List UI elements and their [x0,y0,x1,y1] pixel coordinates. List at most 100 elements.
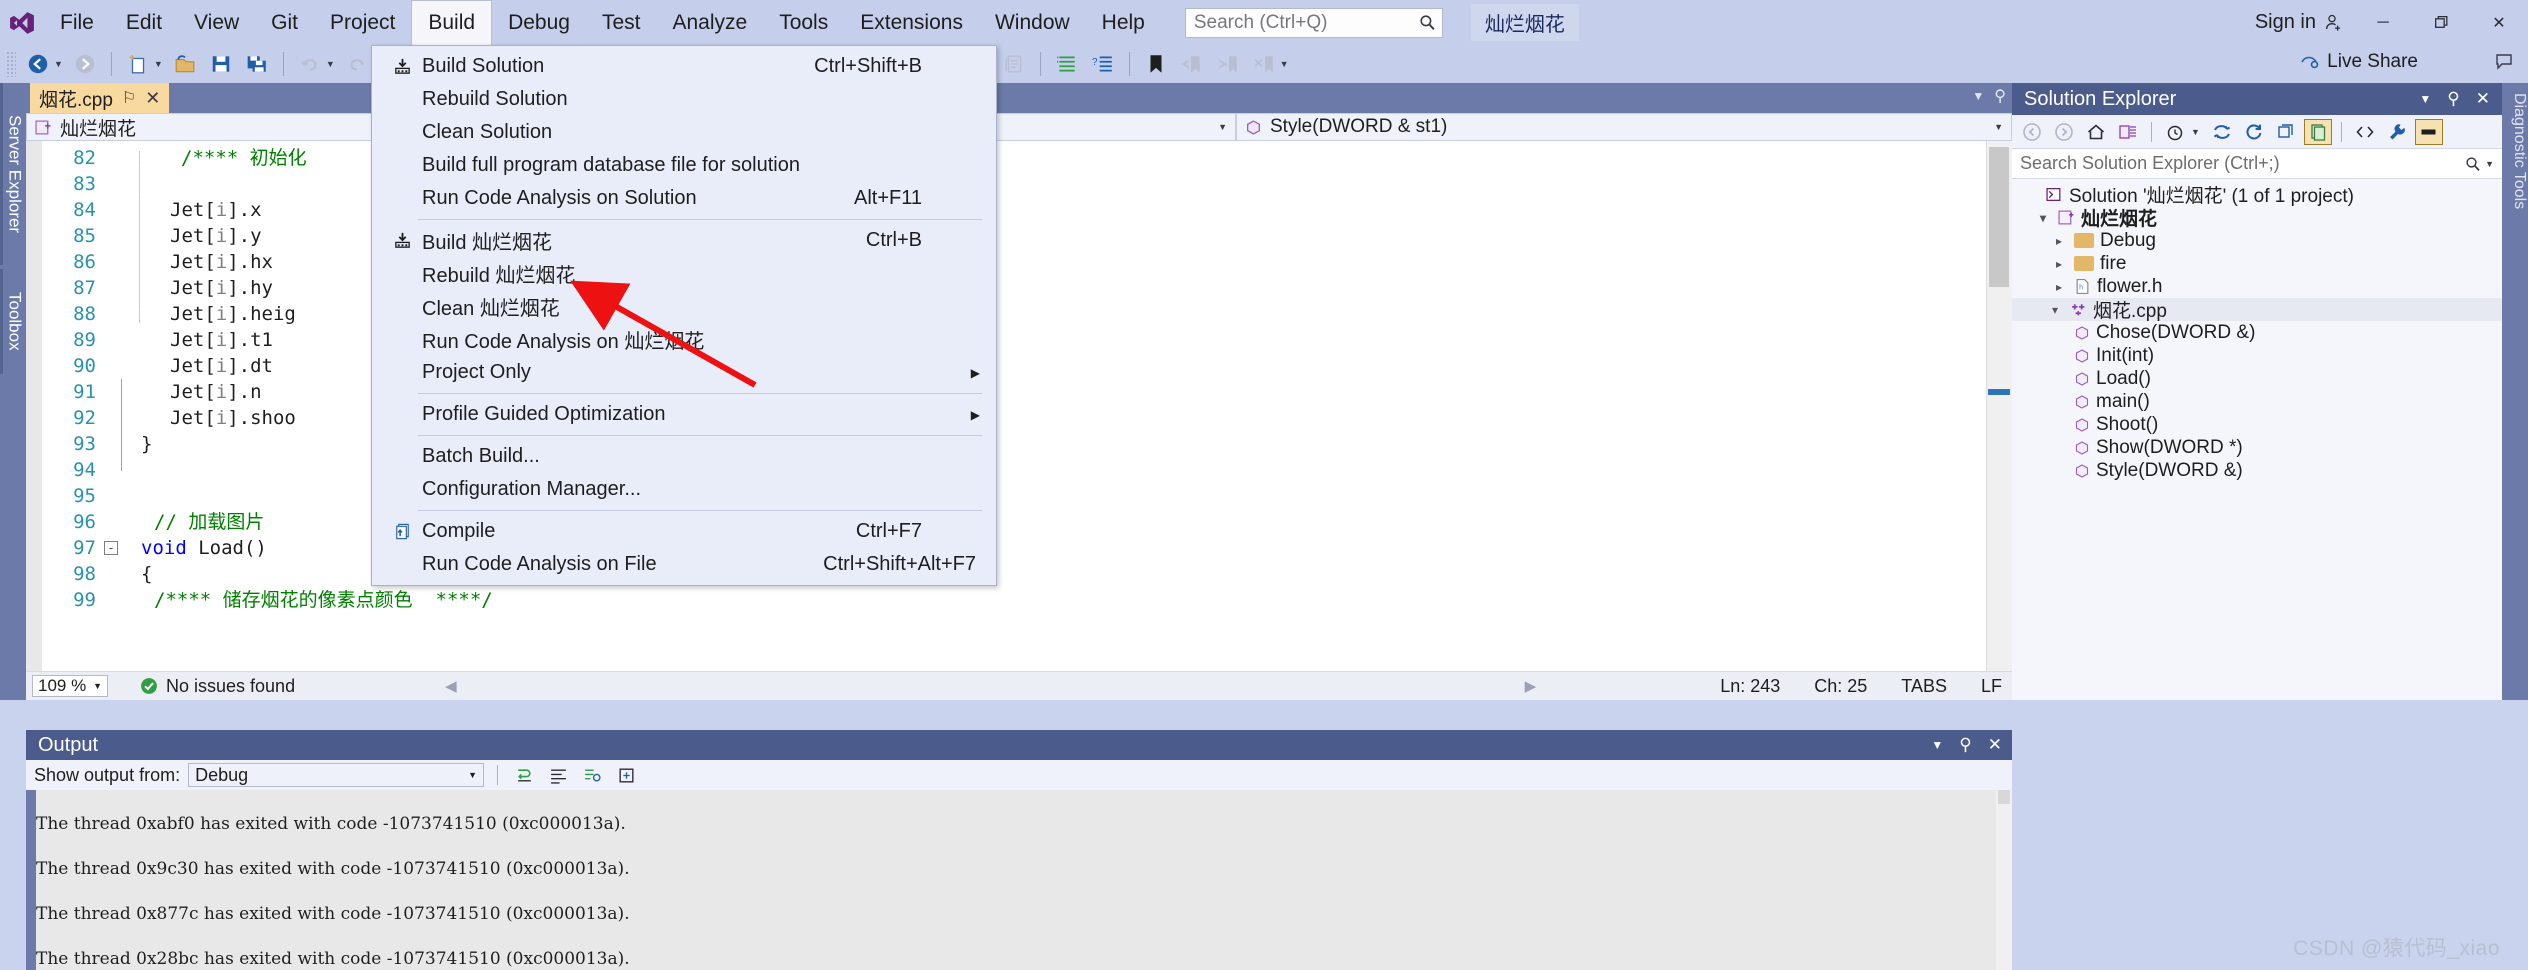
menu-test[interactable]: Test [586,0,657,45]
menu-item-build-solution[interactable]: Build Solution Ctrl+Shift+B [372,50,996,83]
minimize-button[interactable]: ─ [2354,0,2412,45]
refresh-icon[interactable] [2240,119,2268,145]
prev-bookmark-icon[interactable] [1177,49,1207,79]
new-file-icon[interactable] [123,49,153,79]
editor-scrollbar-thumb[interactable] [1989,147,2009,287]
view-code-icon[interactable] [2351,119,2379,145]
properties-icon[interactable] [2383,119,2411,145]
menu-debug[interactable]: Debug [492,0,586,45]
save-all-icon[interactable] [242,49,272,79]
tree-item-project[interactable]: ▾ 灿烂烟花 [2012,206,2502,230]
sidebar-tab-server-explorer[interactable]: Server Explorer [0,83,26,265]
global-search-input[interactable]: Search (Ctrl+Q) [1184,7,1443,38]
document-tab-yanhua-cpp[interactable]: 烟花.cpp ⚐ ✕ [30,83,170,113]
clear-bookmarks-icon[interactable] [1249,49,1279,79]
menu-item-rebuild-project[interactable]: Rebuild 灿烂烟花 [372,257,996,290]
bookmark-icon[interactable] [1141,49,1171,79]
search-options-caret-icon[interactable]: ▼ [2485,159,2494,169]
sign-in-button[interactable]: Sign in [2245,11,2354,34]
menu-file[interactable]: File [44,0,110,45]
code-editor-surface[interactable]: 82 /**** 初始化 83 84 Jet[i].x 85 Jet[i].y … [26,141,2012,671]
restore-button[interactable] [2412,0,2470,45]
solution-explorer-search-input[interactable]: Search Solution Explorer (Ctrl+;) ▼ [2012,149,2502,179]
status-eol-mode[interactable]: LF [1981,676,2002,697]
menu-extensions[interactable]: Extensions [844,0,979,45]
go-to-message-icon[interactable] [613,763,639,787]
tree-item-method-show[interactable]: Show(DWORD *) [2012,436,2502,459]
navbar-type-caret-icon[interactable]: ▼ [1218,122,1227,132]
editor-vertical-scrollbar[interactable] [1986,141,2012,671]
output-scroll-up-icon[interactable] [1998,790,2010,804]
open-file-icon[interactable] [170,49,200,79]
navigate-back-icon[interactable] [23,49,53,79]
menu-item-project-only[interactable]: Project Only ▶ [372,356,996,389]
panel-menu-caret-icon[interactable]: ▼ [2419,92,2431,106]
clear-all-icon[interactable] [511,763,537,787]
twisty-expanded-icon[interactable]: ▾ [2046,303,2064,317]
toolbar-grip[interactable] [6,51,16,77]
next-bookmark-icon[interactable] [1213,49,1243,79]
tree-item-flower-h[interactable]: ▸ h flower.h [2012,275,2502,298]
status-tabs-mode[interactable]: TABS [1901,676,1947,697]
forward-icon[interactable] [2050,119,2078,145]
tree-item-solution[interactable]: Solution '灿烂烟花' (1 of 1 project) [2012,183,2502,207]
home-icon[interactable] [2082,119,2110,145]
indent-icon[interactable] [1052,49,1082,79]
find-message-icon[interactable] [579,763,605,787]
toggle-wordwrap-icon[interactable] [545,763,571,787]
toolbar-overflow-caret-icon[interactable]: ▼ [1280,59,1289,69]
zoom-level-selector[interactable]: 109 % ▼ [32,675,108,697]
sync-icon[interactable] [2208,119,2236,145]
menu-tools[interactable]: Tools [763,0,844,45]
scroll-right-icon[interactable]: ▶ [1525,677,1537,695]
close-button[interactable]: ✕ [2470,0,2528,45]
menu-item-configuration-manager[interactable]: Configuration Manager... [372,473,996,506]
tree-item-method-chose[interactable]: Chose(DWORD &) [2012,321,2502,344]
live-share-button[interactable]: Live Share [2299,51,2418,73]
menu-analyze[interactable]: Analyze [656,0,763,45]
show-all-files-icon[interactable] [2303,118,2332,145]
menu-window[interactable]: Window [979,0,1086,45]
menu-view[interactable]: View [178,0,255,45]
pin-panel-icon[interactable]: ⚲ [2447,89,2459,109]
menu-build[interactable]: Build [411,0,493,45]
sidebar-tab-diagnostic-tools[interactable]: Diagnostic Tools [2502,83,2528,209]
menu-item-profile-guided-optimization[interactable]: Profile Guided Optimization ▶ [372,398,996,431]
menu-edit[interactable]: Edit [110,0,178,45]
pin-panel-icon[interactable]: ⚲ [1959,735,1971,755]
menu-item-run-code-analysis-file[interactable]: Run Code Analysis on File Ctrl+Shift+Alt… [372,548,996,581]
menu-item-compile[interactable]: Compile Ctrl+F7 [372,515,996,548]
menu-item-run-code-analysis-project[interactable]: Run Code Analysis on 灿烂烟花 [372,323,996,356]
close-panel-icon[interactable]: ✕ [2476,89,2490,109]
undo-icon[interactable] [295,49,325,79]
comment-block-icon[interactable] [999,49,1029,79]
chevron-down-icon[interactable]: ▼ [468,770,477,780]
pin-tab-icon[interactable]: ⚐ [122,88,136,108]
tree-item-fire-folder[interactable]: ▸ fire [2012,252,2502,275]
pin-editor-icon[interactable]: ⚲ [1994,86,2006,106]
output-source-dropdown[interactable]: Debug ▼ [188,763,485,787]
menu-item-rebuild-solution[interactable]: Rebuild Solution [372,83,996,116]
twisty-collapsed-icon[interactable]: ▸ [2050,234,2068,248]
scroll-left-icon[interactable]: ◀ [445,677,457,695]
output-log-body[interactable]: The thread 0xabf0 has exited with code -… [36,790,1996,970]
redo-icon[interactable] [342,49,372,79]
outdent-icon[interactable]: ? [1088,49,1118,79]
menu-item-build-project[interactable]: Build 灿烂烟花 Ctrl+B [372,224,996,257]
collapse-region-icon[interactable]: - [104,541,118,555]
pending-changes-icon[interactable] [2161,119,2189,145]
menu-item-build-full-pdb[interactable]: Build full program database file for sol… [372,149,996,182]
tab-list-caret-icon[interactable]: ▼ [1972,89,1984,103]
back-icon[interactable] [2018,119,2046,145]
undo-dropdown-caret-icon[interactable]: ▼ [326,59,335,69]
close-panel-icon[interactable]: ✕ [1988,735,2002,755]
pending-changes-caret-icon[interactable]: ▼ [2191,127,2200,137]
new-file-dropdown-caret-icon[interactable]: ▼ [154,59,163,69]
back-dropdown-caret-icon[interactable]: ▼ [54,59,63,69]
navigate-forward-icon[interactable] [70,49,100,79]
tree-item-method-shoot[interactable]: Shoot() [2012,413,2502,436]
twisty-collapsed-icon[interactable]: ▸ [2050,280,2068,294]
menu-item-clean-project[interactable]: Clean 灿烂烟花 [372,290,996,323]
tree-item-method-style[interactable]: Style(DWORD &) [2012,459,2502,482]
menu-help[interactable]: Help [1086,0,1161,45]
